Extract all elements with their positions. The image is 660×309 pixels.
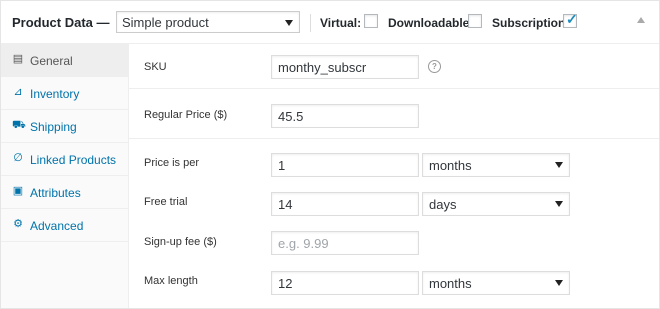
sku-input[interactable]: monthy_subscr xyxy=(271,55,419,79)
product-type-select[interactable]: Simple product xyxy=(116,11,300,33)
tab-advanced-label: Advanced xyxy=(30,219,84,233)
product-data-panel: Product Data — Simple product Virtual: D… xyxy=(0,0,660,309)
signup-fee-placeholder: e.g. 9.99 xyxy=(278,236,329,251)
price-is-per-value: 1 xyxy=(278,158,286,173)
tab-advanced[interactable]: ⚙ Advanced xyxy=(1,209,128,242)
product-type-value: Simple product xyxy=(122,15,209,30)
help-icon[interactable]: ? xyxy=(428,60,441,73)
panel-title: Product Data — xyxy=(12,15,110,30)
chevron-down-icon xyxy=(285,20,293,26)
tab-inventory-label: Inventory xyxy=(30,87,80,101)
checkmark-icon: ✓ xyxy=(566,11,578,27)
tab-general-label: General xyxy=(30,54,73,68)
max-length-input[interactable]: 12 xyxy=(271,271,419,295)
tab-linked-products-label: Linked Products xyxy=(30,153,117,167)
tab-shipping[interactable]: ⛟ Shipping xyxy=(1,110,128,143)
general-icon: ▤ xyxy=(12,53,24,65)
tab-shipping-label: Shipping xyxy=(30,120,77,134)
free-trial-value: 14 xyxy=(278,197,293,212)
free-trial-label: Free trial xyxy=(144,196,188,208)
chevron-down-icon xyxy=(555,162,563,168)
inventory-icon: ⊿ xyxy=(13,86,23,98)
chevron-down-icon xyxy=(555,280,563,286)
tab-general[interactable]: ▤ General xyxy=(1,44,128,77)
max-length-period-value: months xyxy=(429,276,472,291)
price-is-per-input[interactable]: 1 xyxy=(271,153,419,177)
virtual-checkbox[interactable] xyxy=(364,14,378,28)
sku-label: SKU xyxy=(144,61,167,73)
signup-fee-input[interactable]: e.g. 9.99 xyxy=(271,231,419,255)
max-length-label: Max length xyxy=(144,275,198,287)
regular-price-label: Regular Price ($) xyxy=(144,109,228,121)
tab-attributes-label: Attributes xyxy=(30,186,81,200)
price-period-select[interactable]: months xyxy=(422,153,570,177)
max-length-value: 12 xyxy=(278,276,293,291)
max-length-period-select[interactable]: months xyxy=(422,271,570,295)
trial-period-select[interactable]: days xyxy=(422,192,570,216)
attributes-icon: ▣ xyxy=(12,185,24,197)
gear-icon: ⚙ xyxy=(13,218,23,230)
signup-fee-label: Sign-up fee ($) xyxy=(144,236,217,248)
regular-price-input[interactable]: 45.5 xyxy=(271,104,419,128)
chevron-down-icon xyxy=(555,201,563,207)
downloadable-label: Downloadable: xyxy=(388,16,474,30)
sku-value: monthy_subscr xyxy=(278,60,367,75)
product-data-tabs: ▤ General ⊿ Inventory ⛟ Shipping ∅ Linke… xyxy=(1,44,129,308)
regular-price-value: 45.5 xyxy=(278,109,304,124)
shipping-icon: ⛟ xyxy=(12,119,26,131)
link-icon: ∅ xyxy=(13,152,23,164)
tab-inventory[interactable]: ⊿ Inventory xyxy=(1,77,128,110)
trial-period-value: days xyxy=(429,197,457,212)
subscription-label: Subscription: xyxy=(492,16,570,30)
free-trial-input[interactable]: 14 xyxy=(271,192,419,216)
section-divider xyxy=(129,138,659,139)
price-period-value: months xyxy=(429,158,472,173)
tab-linked-products[interactable]: ∅ Linked Products xyxy=(1,143,128,176)
section-divider xyxy=(129,88,659,89)
price-is-per-label: Price is per xyxy=(144,157,200,169)
header-divider xyxy=(310,14,311,32)
subscription-checkbox[interactable]: ✓ xyxy=(563,11,578,28)
collapse-arrow-icon[interactable] xyxy=(637,17,645,23)
downloadable-checkbox[interactable] xyxy=(468,14,482,28)
panel-header: Product Data — Simple product Virtual: D… xyxy=(1,1,659,44)
virtual-label: Virtual: xyxy=(320,16,362,30)
tab-attributes[interactable]: ▣ Attributes xyxy=(1,176,128,209)
